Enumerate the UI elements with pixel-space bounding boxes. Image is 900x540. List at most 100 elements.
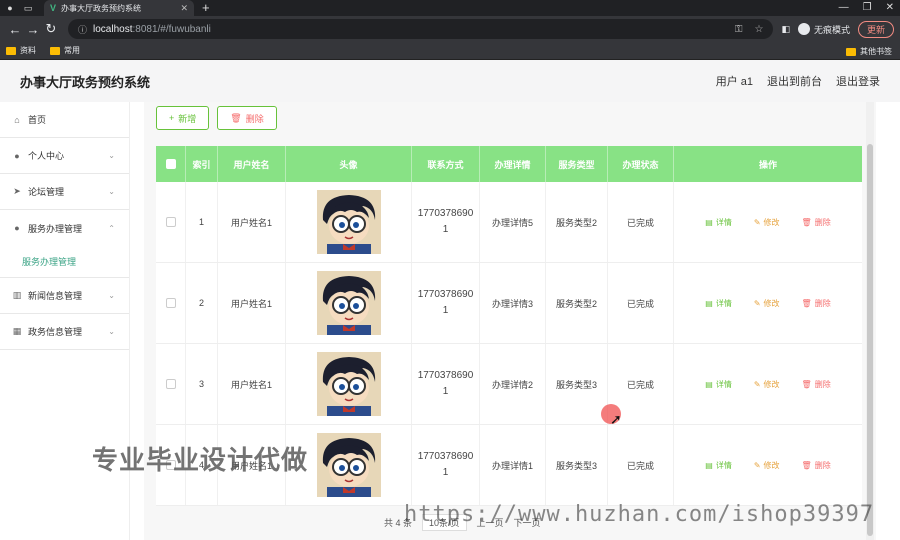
update-button[interactable]: 更新 <box>857 20 894 38</box>
close-window-icon[interactable]: ✕ <box>886 0 894 16</box>
info-icon[interactable]: ⓘ <box>78 23 87 36</box>
column-header[interactable]: 用户姓名 <box>218 146 286 182</box>
batch-delete-button[interactable]: 🗑 删除 <box>217 106 277 130</box>
browser-tab[interactable]: V 办事大厅政务预约系统 ✕ <box>44 0 194 16</box>
name-cell: 用户姓名1 <box>218 263 286 343</box>
bookmarks-bar: 资料 常用 其他书签 <box>0 42 900 60</box>
delete-button[interactable]: 🗑 删除 <box>802 379 831 390</box>
reload-icon[interactable]: ↻ <box>42 21 60 37</box>
detail-cell: 办理详情1 <box>480 425 546 505</box>
edit-button[interactable]: ✎ 修改 <box>754 460 780 471</box>
phone-cell: 1770378690 1 <box>412 344 480 424</box>
scroll-thumb[interactable] <box>867 144 873 536</box>
star-icon[interactable]: ☆ <box>754 24 763 35</box>
delete-button[interactable]: 🗑 删除 <box>802 217 831 228</box>
sidebar-subitem-service-manage[interactable]: 服务办理管理 <box>0 246 129 278</box>
column-header[interactable]: 办理详情 <box>480 146 546 182</box>
select-all-checkbox[interactable] <box>165 159 176 169</box>
phone-line-2: 1 <box>442 305 449 316</box>
other-bookmarks[interactable]: 其他书签 <box>846 46 892 57</box>
tab-title: 办事大厅政务预约系统 <box>61 3 142 13</box>
sidebar-item-news[interactable]: ▥ 新闻信息管理 ⌄ <box>0 278 129 314</box>
browser-right-controls: ◧ 无痕模式 更新 <box>781 20 894 38</box>
column-header[interactable]: 服务类型 <box>546 146 608 182</box>
folder-icon <box>50 46 60 55</box>
select-all-cell <box>156 146 186 182</box>
detail-label: 详情 <box>715 379 732 389</box>
edit-button[interactable]: ✎ 修改 <box>754 217 780 228</box>
sidebar-item-service[interactable]: ● 服务办理管理 ⌃ <box>0 210 129 246</box>
column-header[interactable]: 联系方式 <box>412 146 480 182</box>
logout-link[interactable]: 退出登录 <box>836 73 880 89</box>
forward-icon[interactable]: → <box>24 22 42 37</box>
actions-cell: ▤ 详情 ✎ 修改 🗑 删除 <box>674 425 862 505</box>
row-select-cell <box>156 263 186 343</box>
phone-line-1: 1770378690 <box>417 451 474 462</box>
edit-button[interactable]: ✎ 修改 <box>754 379 780 390</box>
table-row: 3 用户姓名1 1770378690 1 办理详情2 服务类型3 已完成 ▤ 详情 … <box>156 344 862 425</box>
phone-line-2: 1 <box>442 467 449 478</box>
phone-line-2: 1 <box>442 224 449 235</box>
sidebar-item-label: 新闻信息管理 <box>28 291 83 301</box>
tab-search-icon[interactable]: ▭ <box>22 2 34 14</box>
sidebar-item-personal-center[interactable]: ● 个人中心 ⌄ <box>0 138 129 174</box>
detail-button[interactable]: ▤ 详情 <box>705 460 732 471</box>
index-cell: 3 <box>186 344 218 424</box>
incognito-indicator[interactable]: 无痕模式 <box>797 23 850 36</box>
key-icon[interactable]: ⚿ <box>735 24 743 35</box>
row-checkbox[interactable] <box>165 217 176 227</box>
pencil-icon: ✎ <box>753 379 761 389</box>
column-header: 头像 <box>286 146 412 182</box>
back-to-front-link[interactable]: 退出到前台 <box>767 73 822 89</box>
bookmark-folder-ziliao[interactable]: 资料 <box>6 45 36 56</box>
column-header[interactable]: 索引 <box>186 146 218 182</box>
minimize-icon[interactable]: — <box>839 0 849 16</box>
name-cell: 用户姓名1 <box>218 344 286 424</box>
grid-icon: ▦ <box>12 326 22 336</box>
window-controls: — ❐ ✕ <box>839 0 894 16</box>
back-icon[interactable]: ← <box>6 22 24 37</box>
app-header: 办事大厅政务预约系统 用户 a1 退出到前台 退出登录 <box>0 60 900 102</box>
sidebar-item-gov-info[interactable]: ▦ 政务信息管理 ⌄ <box>0 314 129 350</box>
address-bar[interactable]: ⓘ localhost :8081/#/fuwubanli ⚿ ☆ <box>68 19 774 39</box>
sidebar-item-home[interactable]: ⌂ 首页 <box>0 102 129 138</box>
actions-cell: ▤ 详情 ✎ 修改 🗑 删除 <box>674 263 862 343</box>
table-row: 2 用户姓名1 1770378690 1 办理详情3 服务类型2 已完成 ▤ 详情 … <box>156 263 862 344</box>
scrollbar[interactable] <box>866 102 874 540</box>
edit-button[interactable]: ✎ 修改 <box>754 298 780 309</box>
type-cell: 服务类型2 <box>546 182 608 262</box>
watermark-text: 专业毕业设计代做 <box>92 446 309 476</box>
index-cell: 1 <box>186 182 218 262</box>
detail-label: 详情 <box>715 298 732 308</box>
close-tab-icon[interactable]: ✕ <box>180 3 188 14</box>
delete-button[interactable]: 🗑 删除 <box>802 460 831 471</box>
row-checkbox[interactable] <box>165 298 176 308</box>
sidebar-item-label: 政务信息管理 <box>28 327 83 337</box>
profile-icon[interactable]: ● <box>4 2 16 14</box>
chevron-up-icon: ⌃ <box>108 223 115 233</box>
row-checkbox[interactable] <box>165 379 176 389</box>
new-tab-button[interactable]: + <box>202 0 210 16</box>
trash-icon: 🗑 <box>230 112 242 123</box>
sidebar-item-forum[interactable]: ➤ 论坛管理 ⌄ <box>0 174 129 210</box>
sidebar-toggle-icon[interactable]: ◧ <box>781 24 790 35</box>
table-header: 索引 用户姓名 头像 联系方式 办理详情 服务类型 办理状态 操作 <box>156 146 862 182</box>
detail-button[interactable]: ▤ 详情 <box>705 217 732 228</box>
add-label: 新增 <box>178 113 197 124</box>
bookmark-folder-changyong[interactable]: 常用 <box>50 45 80 56</box>
detail-label: 详情 <box>715 460 732 470</box>
actions-cell: ▤ 详情 ✎ 修改 🗑 删除 <box>674 182 862 262</box>
restore-icon[interactable]: ❐ <box>863 0 872 16</box>
detail-button[interactable]: ▤ 详情 <box>705 298 732 309</box>
mouse-cursor-icon: ➚ <box>610 411 622 427</box>
detail-cell: 办理详情2 <box>480 344 546 424</box>
delete-label: 删除 <box>245 113 264 124</box>
phone-line-1: 1770378690 <box>417 208 474 219</box>
add-button[interactable]: + 新增 <box>156 106 210 130</box>
type-cell: 服务类型2 <box>546 263 608 343</box>
delete-button[interactable]: 🗑 删除 <box>802 298 831 309</box>
column-header: 操作 <box>758 159 777 170</box>
column-header[interactable]: 办理状态 <box>608 146 674 182</box>
pencil-icon: ✎ <box>753 217 761 227</box>
detail-button[interactable]: ▤ 详情 <box>705 379 732 390</box>
